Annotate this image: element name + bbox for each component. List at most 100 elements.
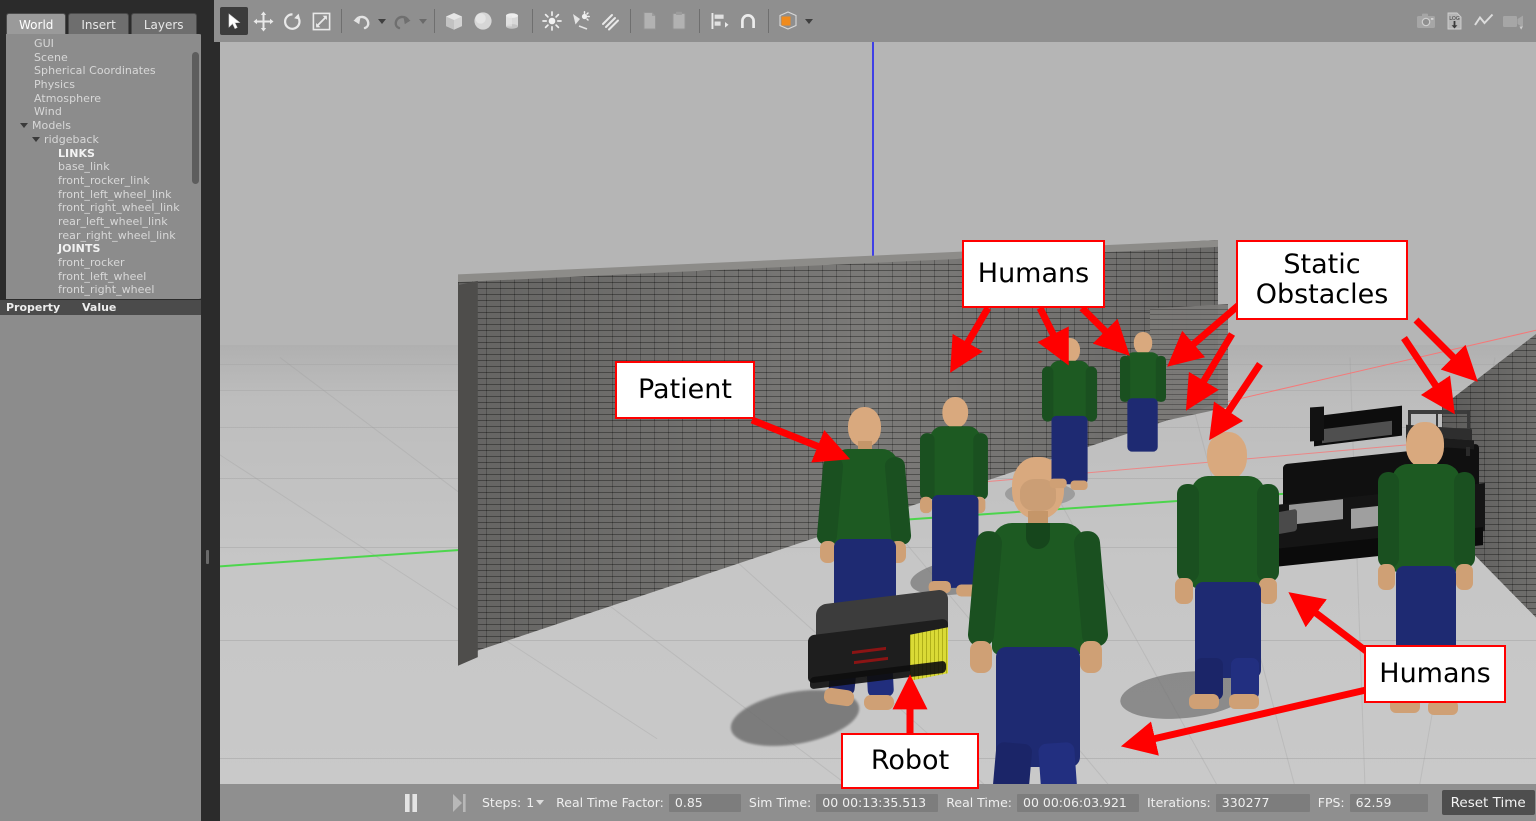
- tree-item-label: Spherical Coordinates: [34, 64, 156, 78]
- align-icon[interactable]: [705, 7, 733, 35]
- legs: [1052, 416, 1088, 484]
- panel-tab-bar: World Insert Layers: [6, 13, 208, 35]
- tab-world[interactable]: World: [6, 13, 66, 35]
- tree-item[interactable]: front_rocker: [14, 256, 184, 270]
- human-figure[interactable]: [1175, 432, 1279, 704]
- chevron-down-icon[interactable]: [20, 123, 28, 128]
- foot-right: [864, 695, 894, 710]
- undo-icon[interactable]: [347, 7, 375, 35]
- tree-item-label: Physics: [34, 78, 75, 92]
- step-forward-icon[interactable]: [444, 784, 474, 821]
- property-table-body[interactable]: [0, 315, 201, 821]
- tree-item-label: front_right_wheel_link: [58, 201, 180, 215]
- fps-value: 62.59: [1350, 794, 1428, 812]
- splitter-handle[interactable]: [206, 550, 209, 564]
- directional-light-icon[interactable]: [596, 7, 624, 35]
- real-time-value: 00 00:06:03.921: [1017, 794, 1139, 812]
- paste-icon[interactable]: [665, 7, 693, 35]
- record-video-icon[interactable]: [1499, 7, 1527, 35]
- leg-right: [1038, 742, 1078, 784]
- tree-item[interactable]: front_rocker_link: [14, 174, 184, 188]
- tree-item[interactable]: base_link: [14, 160, 184, 174]
- tree-scrollbar-thumb[interactable]: [192, 52, 199, 184]
- rotate-icon[interactable]: [278, 7, 306, 35]
- torso: [1392, 464, 1460, 572]
- cylinder-icon[interactable]: [498, 7, 526, 35]
- tree-item[interactable]: Atmosphere: [14, 92, 184, 106]
- gazebo-window: World Insert Layers GUISceneSpherical Co…: [0, 0, 1536, 821]
- tree-scrollbar[interactable]: [192, 38, 199, 294]
- annotation-label-robot: Robot: [841, 733, 979, 789]
- tree-item-label: Models: [32, 119, 71, 133]
- tree-item-label: Wind: [34, 105, 62, 119]
- robot-ridgeback[interactable]: [808, 597, 954, 697]
- arm-left: [1042, 367, 1053, 422]
- annotation-text: Humans: [1379, 659, 1490, 689]
- box-icon[interactable]: [440, 7, 468, 35]
- screenshot-camera-icon[interactable]: [1412, 7, 1440, 35]
- steps-dropdown-caret-icon[interactable]: [536, 800, 544, 805]
- tree-item[interactable]: GUI: [14, 37, 184, 51]
- steps-value[interactable]: 1: [526, 795, 534, 810]
- tab-insert[interactable]: Insert: [68, 13, 128, 35]
- sphere-icon[interactable]: [469, 7, 497, 35]
- annotation-text: Patient: [638, 375, 732, 405]
- real-time-factor-label: Real Time Factor:: [556, 795, 664, 810]
- render-viewport-3d[interactable]: [220, 42, 1536, 784]
- point-light-icon[interactable]: [538, 7, 566, 35]
- chevron-down-icon[interactable]: [32, 137, 40, 142]
- view-angle-dropdown-caret-icon[interactable]: [803, 7, 815, 35]
- tree-item[interactable]: front_right_wheel: [14, 283, 184, 297]
- leg-left: [991, 742, 1032, 784]
- tree-item[interactable]: rear_right_wheel_link: [14, 229, 184, 243]
- reset-time-button[interactable]: Reset Time: [1442, 790, 1535, 815]
- tree-item[interactable]: ridgeback: [14, 133, 184, 147]
- tree-item-label: front_rocker: [58, 256, 125, 270]
- tree-item[interactable]: front_right_wheel_link: [14, 201, 184, 215]
- tree-item[interactable]: Scene: [14, 51, 184, 65]
- pause-icon[interactable]: [396, 784, 426, 821]
- tree-item[interactable]: front_left_wheel_link: [14, 188, 184, 202]
- undo-dropdown-caret-icon[interactable]: [376, 7, 388, 35]
- torso: [1050, 361, 1090, 420]
- tree-item-label: rear_left_wheel_link: [58, 215, 168, 229]
- select-arrow-icon[interactable]: [220, 7, 248, 35]
- tree-item-label: rear_right_wheel_link: [58, 229, 176, 243]
- hand-right: [1080, 641, 1102, 673]
- tab-layers[interactable]: Layers: [131, 13, 197, 35]
- spot-light-icon[interactable]: [567, 7, 595, 35]
- tree-item[interactable]: Physics: [14, 78, 184, 92]
- tree-item[interactable]: Wind: [14, 105, 184, 119]
- annotation-label-humans-bottom: Humans: [1364, 645, 1506, 703]
- redo-dropdown-caret-icon[interactable]: [417, 7, 429, 35]
- tree-item-label: base_link: [58, 160, 110, 174]
- head: [942, 397, 968, 428]
- redo-icon[interactable]: [388, 7, 416, 35]
- real-time-label: Real Time:: [946, 795, 1012, 810]
- tree-item[interactable]: rear_left_wheel_link: [14, 215, 184, 229]
- tree-item[interactable]: LINKS: [14, 147, 184, 161]
- copy-icon[interactable]: [636, 7, 664, 35]
- tree-item[interactable]: Models: [14, 119, 184, 133]
- human-figure[interactable]: [1120, 332, 1166, 452]
- tree-item[interactable]: front_left_wheel: [14, 270, 184, 284]
- view-angle-icon[interactable]: [774, 7, 802, 35]
- human-figure[interactable]: [1042, 338, 1097, 490]
- world-tree-panel[interactable]: GUISceneSpherical CoordinatesPhysicsAtmo…: [6, 34, 203, 299]
- toolbar-separator: [532, 9, 533, 33]
- save-log-icon[interactable]: LOG: [1441, 7, 1469, 35]
- snap-icon[interactable]: [734, 7, 762, 35]
- head: [1207, 432, 1247, 480]
- scale-icon[interactable]: [307, 7, 335, 35]
- tree-item[interactable]: JOINTS: [14, 242, 184, 256]
- toolbar-separator: [434, 9, 435, 33]
- panel-splitter[interactable]: [201, 0, 214, 821]
- legs: [1127, 398, 1157, 451]
- head: [1406, 422, 1444, 468]
- toolbar-separator: [630, 9, 631, 33]
- translate-icon[interactable]: [249, 7, 277, 35]
- plot-graph-icon[interactable]: [1470, 7, 1498, 35]
- human-figure-foreground[interactable]: [968, 457, 1108, 784]
- tree-item[interactable]: Spherical Coordinates: [14, 64, 184, 78]
- fps-label: FPS:: [1318, 795, 1345, 810]
